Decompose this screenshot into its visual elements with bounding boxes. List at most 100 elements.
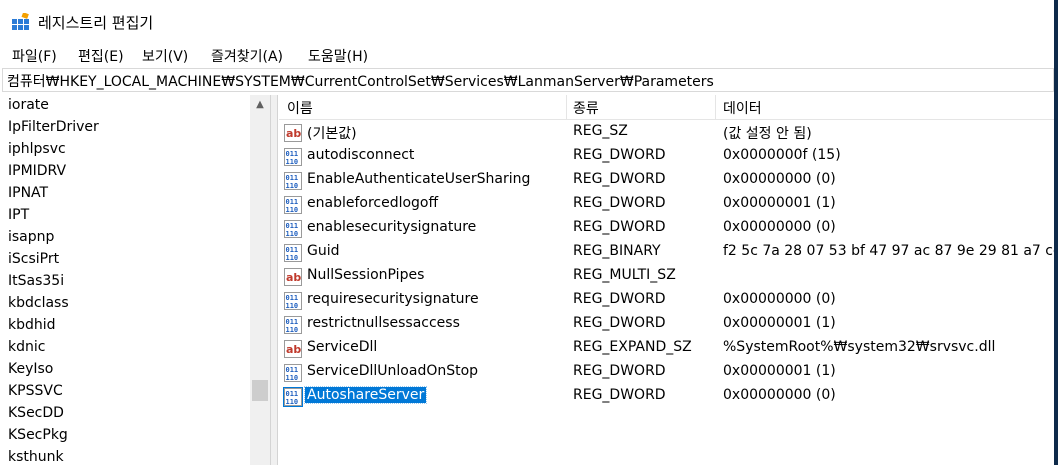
value-type: REG_DWORD <box>573 195 666 211</box>
tree-item[interactable]: IpFilterDriver <box>8 119 99 135</box>
value-row[interactable]: ab NullSessionPipes REG_MULTI_SZ <box>279 265 1054 289</box>
menu-bar: 파일(F) 편집(E) 보기(V) 즐겨찾기(A) 도움말(H) <box>0 42 1054 68</box>
string-value-icon: ab <box>284 124 302 142</box>
value-type: REG_DWORD <box>573 171 666 187</box>
value-data: 0x0000000f (15) <box>723 147 841 163</box>
value-data: 0x00000000 (0) <box>723 171 836 187</box>
svg-text:011: 011 <box>286 198 299 206</box>
value-data: 0x00000001 (1) <box>723 363 836 379</box>
tree-item[interactable]: IPT <box>8 207 29 223</box>
column-header-type[interactable]: 종류 <box>573 98 599 118</box>
tree-item[interactable]: IPMIDRV <box>8 163 66 179</box>
tree-item[interactable]: isapnp <box>8 229 54 245</box>
value-row[interactable]: 011 110 AutoshareServer REG_DWORD 0x00000000… <box>279 385 1054 409</box>
address-bar[interactable]: 컴퓨터₩HKEY_LOCAL_MACHINE₩SYSTEM₩CurrentCon… <box>2 68 1054 92</box>
binary-value-icon: 011 110 <box>284 244 302 262</box>
column-divider[interactable] <box>566 95 567 119</box>
menu-help[interactable]: 도움말(H) <box>308 46 368 66</box>
tree-item[interactable]: KeyIso <box>8 361 53 377</box>
svg-text:ab: ab <box>286 127 301 140</box>
address-path: 컴퓨터₩HKEY_LOCAL_MACHINE₩SYSTEM₩CurrentCon… <box>7 74 714 90</box>
binary-value-icon: 011 110 <box>284 148 302 166</box>
value-row[interactable]: ab ServiceDll REG_EXPAND_SZ %SystemRoot%₩sy… <box>279 337 1054 361</box>
svg-text:110: 110 <box>286 254 299 262</box>
tree-item[interactable]: kdnic <box>8 339 45 355</box>
menu-view[interactable]: 보기(V) <box>142 46 188 66</box>
value-name: enableforcedlogoff <box>307 195 439 211</box>
binary-value-icon: 011 110 <box>284 220 302 238</box>
window-edge <box>1054 0 1058 465</box>
value-data: 0x00000000 (0) <box>723 291 836 307</box>
svg-text:011: 011 <box>286 390 299 398</box>
column-header-data[interactable]: 데이터 <box>723 98 762 118</box>
value-name: Guid <box>307 243 340 259</box>
value-row[interactable]: 011 110 Guid REG_BINARY f2 5c 7a 28 07 53 bf… <box>279 241 1054 265</box>
value-type: REG_DWORD <box>573 363 666 379</box>
window-title: 레지스트리 편집기 <box>38 14 154 32</box>
column-header-name[interactable]: 이름 <box>287 98 313 118</box>
value-row[interactable]: 011 110 ServiceDllUnloadOnStop REG_DWORD 0x0… <box>279 361 1054 385</box>
svg-text:110: 110 <box>286 230 299 238</box>
value-name: ServiceDll <box>307 339 378 355</box>
tree-item[interactable]: KPSSVC <box>8 383 63 399</box>
column-divider[interactable] <box>715 95 716 119</box>
tree-item[interactable]: iScsiPrt <box>8 251 59 267</box>
regedit-app-icon <box>12 13 29 30</box>
svg-text:110: 110 <box>286 302 299 310</box>
value-data: 0x00000001 (1) <box>723 195 836 211</box>
menu-edit[interactable]: 편집(E) <box>78 46 124 66</box>
value-name: requiresecuritysignature <box>307 291 479 307</box>
menu-favorites[interactable]: 즐겨찾기(A) <box>211 46 283 66</box>
binary-value-icon: 011 110 <box>284 316 302 334</box>
value-data: 0x00000000 (0) <box>723 387 836 403</box>
scroll-up-icon[interactable]: ▲ <box>250 95 270 115</box>
tree-item[interactable]: kbdclass <box>8 295 69 311</box>
value-row[interactable]: 011 110 requiresecuritysignature REG_DWORD 0… <box>279 289 1054 313</box>
svg-text:110: 110 <box>286 326 299 334</box>
svg-text:110: 110 <box>286 158 299 166</box>
value-row[interactable]: 011 110 restrictnullsessaccess REG_DWORD 0x0… <box>279 313 1054 337</box>
tree-item[interactable]: ItSas35i <box>8 273 64 289</box>
tree-item[interactable]: KSecDD <box>8 405 64 421</box>
value-type: REG_SZ <box>573 123 628 139</box>
svg-text:110: 110 <box>286 398 299 406</box>
value-data: 0x00000000 (0) <box>723 219 836 235</box>
value-name: NullSessionPipes <box>307 267 425 283</box>
string-value-icon: ab <box>284 268 302 286</box>
value-name: AutoshareServer <box>303 386 428 404</box>
tree-item[interactable]: IPNAT <box>8 185 48 201</box>
tree-item[interactable]: kbdhid <box>8 317 56 333</box>
value-name: EnableAuthenticateUserSharing <box>307 171 531 187</box>
pane-splitter[interactable] <box>270 95 278 465</box>
value-data: 0x00000001 (1) <box>723 315 836 331</box>
value-type: REG_DWORD <box>573 291 666 307</box>
svg-text:011: 011 <box>286 150 299 158</box>
value-name: enablesecuritysignature <box>307 219 477 235</box>
scrollbar-thumb[interactable] <box>252 380 268 401</box>
value-type: REG_DWORD <box>573 315 666 331</box>
svg-text:011: 011 <box>286 294 299 302</box>
value-data: f2 5c 7a 28 07 53 bf 47 97 ac 87 9e 29 8… <box>723 243 1054 259</box>
value-row[interactable]: ab (기본값) REG_SZ (값 설정 안 됨) <box>279 121 1054 145</box>
tree-item[interactable]: KSecPkg <box>8 427 68 443</box>
value-row[interactable]: 011 110 autodisconnect REG_DWORD 0x0000000f … <box>279 145 1054 169</box>
svg-text:110: 110 <box>286 374 299 382</box>
tree-item[interactable]: ksthunk <box>8 449 64 465</box>
menu-file[interactable]: 파일(F) <box>12 46 57 66</box>
value-row[interactable]: 011 110 enablesecuritysignature REG_DWORD 0x… <box>279 217 1054 241</box>
binary-value-icon: 011 110 <box>284 364 302 382</box>
tree-scrollbar[interactable]: ▲ <box>250 95 270 465</box>
value-row[interactable]: 011 110 EnableAuthenticateUserSharing REG_D… <box>279 169 1054 193</box>
value-row[interactable]: 011 110 enableforcedlogoff REG_DWORD 0x00000… <box>279 193 1054 217</box>
svg-text:011: 011 <box>286 366 299 374</box>
svg-text:011: 011 <box>286 222 299 230</box>
tree-item[interactable]: iorate <box>8 97 49 113</box>
value-name: ServiceDllUnloadOnStop <box>307 363 479 379</box>
value-data: %SystemRoot%₩system32₩srvsvc.dll <box>723 339 996 355</box>
value-type: REG_EXPAND_SZ <box>573 339 692 355</box>
value-name: autodisconnect <box>307 147 415 163</box>
value-name: restrictnullsessaccess <box>307 315 460 331</box>
value-data: (값 설정 안 됨) <box>723 126 812 142</box>
tree-item[interactable]: iphlpsvc <box>8 141 66 157</box>
value-type: REG_DWORD <box>573 219 666 235</box>
